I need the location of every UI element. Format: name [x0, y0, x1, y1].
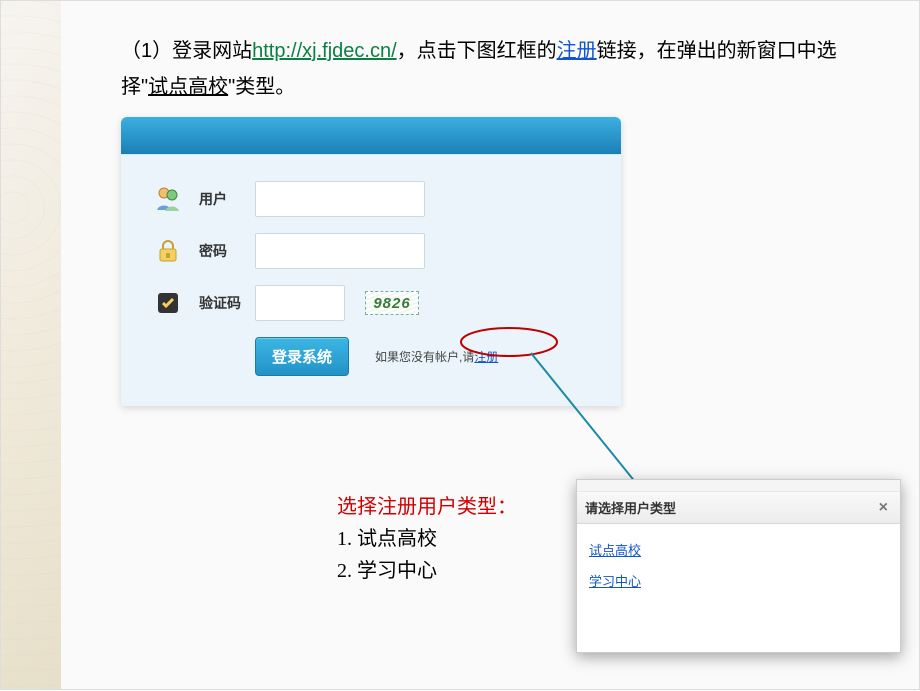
instruction-paragraph: （1）登录网站http://xj.fjdec.cn/，点击下图红框的注册链接，在…	[1, 1, 919, 105]
site-url-link[interactable]: http://xj.fjdec.cn/	[252, 40, 397, 62]
lock-icon	[151, 234, 185, 268]
password-row: 密码	[151, 233, 591, 269]
users-icon	[151, 182, 185, 216]
instruction-mid1: ，点击下图红框的	[397, 40, 557, 62]
option-pilot-school[interactable]: 试点高校	[589, 540, 888, 559]
shield-icon	[151, 286, 185, 320]
dialog-body: 试点高校 学习中心	[577, 524, 900, 652]
captcha-image[interactable]: 9826	[365, 291, 419, 315]
login-panel-header	[121, 117, 621, 155]
close-icon[interactable]: ×	[875, 499, 892, 517]
login-actions: 登录系统 如果您没有帐户,请注册	[151, 337, 591, 376]
password-label: 密码	[199, 241, 255, 261]
choose-item-2: 2. 学习中心	[337, 555, 517, 587]
pilot-underline-text: 试点高校	[148, 76, 228, 98]
password-input[interactable]	[255, 233, 425, 269]
register-link[interactable]: 注册	[474, 350, 498, 364]
user-row: 用户	[151, 181, 591, 217]
choose-type-text: 选择注册用户类型： 1. 试点高校 2. 学习中心	[337, 491, 517, 587]
instruction-suffix: "类型。	[228, 76, 295, 98]
user-input[interactable]	[255, 181, 425, 217]
dialog-top-bar	[577, 480, 900, 492]
user-type-dialog: 请选择用户类型 × 试点高校 学习中心	[576, 479, 901, 653]
choose-title: 选择注册用户类型：	[337, 491, 517, 523]
register-hint: 如果您没有帐户,请注册	[375, 348, 498, 365]
login-button[interactable]: 登录系统	[255, 337, 349, 376]
captcha-input[interactable]	[255, 285, 345, 321]
captcha-label: 验证码	[199, 293, 255, 313]
register-word-link[interactable]: 注册	[557, 40, 597, 62]
register-hint-prefix: 如果您没有帐户,请	[375, 350, 474, 364]
choose-item-1: 1. 试点高校	[337, 523, 517, 555]
dialog-header: 请选择用户类型 ×	[577, 492, 900, 524]
instruction-prefix: （1）登录网站	[121, 40, 252, 62]
login-panel: 用户 密码 验证码 9826 登录系统 如果	[121, 117, 621, 406]
login-panel-body: 用户 密码 验证码 9826 登录系统 如果	[121, 155, 621, 406]
dialog-title: 请选择用户类型	[585, 498, 676, 517]
captcha-row: 验证码 9826	[151, 285, 591, 321]
option-learning-center[interactable]: 学习中心	[589, 571, 888, 590]
user-label: 用户	[199, 189, 255, 209]
